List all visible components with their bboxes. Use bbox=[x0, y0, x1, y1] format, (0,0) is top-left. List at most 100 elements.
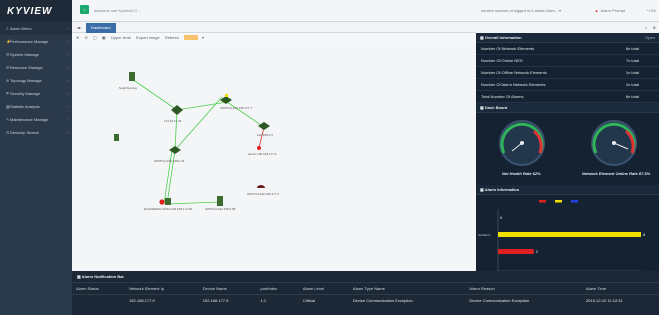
warning-marker bbox=[225, 94, 228, 97]
fit-icon[interactable]: ▢ bbox=[93, 35, 97, 40]
device-node bbox=[257, 185, 265, 188]
table-cell: Critical bbox=[302, 298, 316, 303]
home-button[interactable]: ⌂ bbox=[80, 5, 89, 14]
legend-swatch bbox=[539, 200, 546, 203]
welcome-text: welcome use Kyview2.0 ... bbox=[94, 8, 142, 13]
gauge-label-online: Network Element Online Rate 87.5% bbox=[582, 171, 651, 176]
overall-info-value: 8n total bbox=[625, 94, 639, 99]
topology-canvas[interactable]: Neighbouring 172.16.11.32 SWITCH-192.168… bbox=[72, 42, 476, 271]
sidebar-item-label: Devicelp Search bbox=[10, 130, 40, 135]
sidebar-item[interactable]: ⛨Security Manage ‹ bbox=[0, 87, 72, 100]
overall-info-header: ▦ Overall Information Open bbox=[476, 33, 659, 43]
tab-bar: ◂▸ Dashboard bbox=[72, 22, 476, 33]
chart-bar bbox=[498, 232, 641, 237]
alarm-prompt-button[interactable]: ▲ Alarm Prompt bbox=[595, 8, 625, 13]
sidebar-item-label: System Manage bbox=[10, 52, 39, 57]
overall-info-label: Number Of Alarm Network Elements bbox=[481, 82, 546, 87]
column-header: Alarm Reason bbox=[465, 283, 582, 295]
device-node bbox=[169, 146, 181, 154]
topology-link bbox=[131, 78, 178, 111]
legend-swatch bbox=[571, 200, 578, 203]
notification-title: ▦ Alarm Notification Bar bbox=[72, 271, 659, 283]
sidebar-item-label: Security Manage bbox=[10, 91, 41, 96]
topology-link bbox=[174, 96, 223, 151]
tab-nav-arrows[interactable]: ◂▸ bbox=[77, 25, 81, 30]
sidebar-item-label: Maintenance Manage bbox=[10, 117, 49, 122]
node-label: SWITCH-192.168.177.3 bbox=[247, 192, 279, 196]
bell-icon: ▲ bbox=[594, 8, 599, 13]
device-node bbox=[258, 122, 270, 130]
overall-info-row: Number Of Online NES 7n total bbox=[476, 55, 659, 67]
sidebar-item[interactable]: ⚡Performance Manage ‹ bbox=[0, 35, 72, 48]
topology-link bbox=[258, 126, 265, 149]
node-label: 192.168.2.3 bbox=[257, 133, 273, 137]
alarm-marker bbox=[257, 146, 261, 150]
right-panel-controls: » ⊗ bbox=[476, 22, 659, 33]
overall-info-row: Number Of Alarm Network Elements 1n total bbox=[476, 79, 659, 91]
overall-info-title: Overall Information bbox=[484, 35, 522, 40]
legend-swatch bbox=[555, 200, 562, 203]
chevron-left-icon: ‹ bbox=[66, 78, 68, 83]
chevron-left-icon: ‹ bbox=[66, 104, 68, 109]
collapse-button[interactable]: » bbox=[645, 25, 647, 30]
sidebar-item[interactable]: ⚙Resource Manage ‹ bbox=[0, 61, 72, 74]
sidebar-item-label: Performance Manage bbox=[10, 39, 49, 44]
notification-table: Alarm Status Network Element Ip Device Nam… bbox=[72, 283, 659, 306]
node-label: SWITCH-192.168.0.58 bbox=[205, 207, 236, 211]
sidebar-item-label: Statistic Analysis bbox=[10, 104, 40, 109]
sidebar-item-label: Resource Manage bbox=[10, 65, 43, 70]
alarm-chart-svg: 01234567808Ud Alarm2 bbox=[478, 200, 646, 277]
alarm-chart: 01234567808Ud Alarm2 bbox=[476, 195, 659, 279]
chevron-left-icon: ‹ bbox=[66, 91, 68, 96]
notification-title-text: Alarm Notification Bar bbox=[81, 274, 124, 279]
table-row[interactable]: 192.168.177.9 192.168.177.9 1:1 Critical Dev… bbox=[72, 295, 659, 307]
refresh-interval-select[interactable] bbox=[183, 35, 198, 41]
table-cell: Device Communication Exception bbox=[469, 298, 530, 303]
device-node bbox=[217, 196, 223, 206]
user-menu[interactable]: current number of logged in:1 admin Adm.… bbox=[481, 8, 561, 13]
zoom-out-icon[interactable]: ⊖ bbox=[84, 35, 87, 40]
close-button[interactable]: ⊗ bbox=[653, 25, 656, 30]
refresh-label: Refresh bbox=[164, 35, 179, 40]
exit-button[interactable]: ↪ Ex bbox=[647, 8, 656, 13]
zoom-in-icon[interactable]: ⊕ bbox=[76, 35, 79, 40]
open-button[interactable]: Open bbox=[645, 35, 655, 40]
column-header: Network Element Ip bbox=[125, 283, 199, 295]
overall-info-value: 1n total bbox=[625, 82, 639, 87]
bar-data-label: 0 bbox=[500, 215, 503, 220]
export-image-button[interactable]: Export image bbox=[136, 35, 160, 40]
column-header: Alarm Status bbox=[72, 283, 126, 295]
sidebar-item[interactable]: ⊡Devicelp Search ‹ bbox=[0, 126, 72, 139]
gauge-2 bbox=[591, 120, 637, 166]
upper-level-button[interactable]: Upper level bbox=[111, 35, 131, 40]
dashboard-title: Dash Board bbox=[484, 105, 508, 110]
chevron-down-icon[interactable]: ▾ bbox=[202, 35, 204, 40]
topology-nodes: Neighbouring 172.16.11.32 SWITCH-192.168… bbox=[114, 72, 279, 211]
dashboard-header: ▦ Dash Board bbox=[476, 103, 659, 113]
chevron-left-icon: ‹ bbox=[66, 130, 68, 135]
column-header: portIndex bbox=[256, 283, 299, 295]
topology-link bbox=[174, 109, 178, 151]
topology-graph: Neighbouring 172.16.11.32 SWITCH-192.168… bbox=[114, 72, 279, 211]
sidebar-item[interactable]: ⚙System Manage ‹ bbox=[0, 48, 72, 61]
device-node bbox=[129, 72, 135, 81]
save-icon[interactable]: ▣ bbox=[102, 35, 106, 40]
topology-link bbox=[166, 201, 221, 205]
topology-toolbar: ⊕ ⊖ ▢ ▣ Upper level Export image Refresh… bbox=[72, 33, 476, 42]
device-node bbox=[165, 198, 171, 205]
tab-dashboard[interactable]: Dashboard bbox=[86, 23, 116, 33]
alarm-marker bbox=[159, 199, 165, 205]
app-logo: KYVIEW bbox=[0, 0, 72, 22]
gauge-label-health: Net Health Rate 62% bbox=[502, 171, 541, 176]
sidebar-item[interactable]: ✎Maintenance Manage ‹ bbox=[0, 113, 72, 126]
chevron-left-icon: ‹ bbox=[66, 52, 68, 57]
alarm-info-title: Alarm Information bbox=[484, 187, 520, 192]
overall-info-row: Number Of Offline Network Elements 1n tot… bbox=[476, 67, 659, 79]
bar-data-label: 8 bbox=[643, 232, 646, 237]
sidebar-item[interactable]: ≡ Alarm Menu ‹ bbox=[0, 22, 72, 35]
device-node bbox=[171, 105, 183, 115]
sidebar-item[interactable]: ⊕Topology Manage ‹ bbox=[0, 74, 72, 87]
column-header: Alarm Time bbox=[581, 283, 659, 295]
sidebar-item[interactable]: ▦Statistic Analysis ‹ bbox=[0, 100, 72, 113]
overall-info-row: Number Of Network Elements 8n total bbox=[476, 43, 659, 55]
